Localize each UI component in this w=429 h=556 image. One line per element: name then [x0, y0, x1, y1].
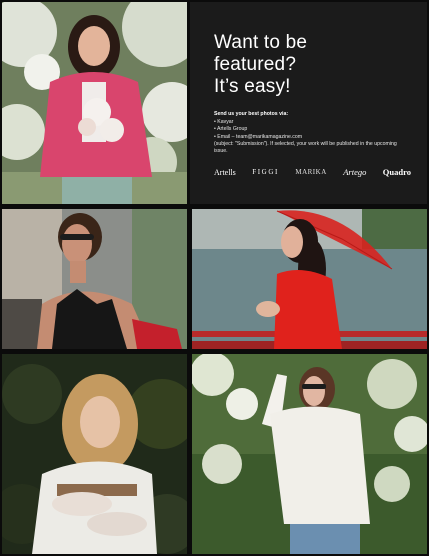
photo-sunglasses-black-top-image: [2, 209, 187, 349]
photo-white-blouse: [2, 354, 187, 554]
submission-channel-list: Kavyar Artells Group Email – team@marika…: [214, 119, 411, 141]
channel-artells-group: Artells Group: [214, 126, 411, 133]
photo-pink-jacket: [2, 2, 187, 204]
photo-sunglasses-black-top: [2, 209, 187, 349]
photo-white-sweater-image: [192, 354, 427, 554]
photo-white-sweater: [192, 354, 427, 554]
headline-line-3: It’s easy!: [214, 76, 291, 97]
submission-info: Send us your best photos via: Kavyar Art…: [214, 111, 411, 155]
promo-headline: Want to be featured? It’s easy!: [214, 32, 411, 98]
brand-quadro-logo: Quadro: [382, 167, 411, 177]
submission-note: (subject: "Submission"). If selected, yo…: [214, 140, 397, 155]
brand-artego-logo: Artego: [343, 167, 367, 177]
brand-figgi-logo: FIGGI: [252, 168, 279, 176]
channel-kavyar: Kavyar: [214, 119, 411, 126]
photo-red-umbrella-image: [192, 209, 427, 349]
photo-white-blouse-image: [2, 354, 187, 554]
brand-logo-row: Artells FIGGI MARIKA Artego Quadro: [214, 167, 411, 177]
submission-lead: Send us your best photos via:: [214, 111, 289, 117]
headline-line-2: featured?: [214, 54, 297, 75]
brand-artells-logo: Artells: [214, 167, 236, 177]
photo-red-umbrella: [192, 209, 427, 349]
channel-email: Email – team@marikamagazine.com: [214, 134, 411, 141]
submission-promo-panel: Want to be featured? It’s easy! Send us …: [190, 2, 427, 204]
brand-marika-logo: MARIKA: [295, 168, 327, 176]
headline-line-1: Want to be: [214, 32, 308, 53]
photo-pink-jacket-image: [2, 2, 187, 204]
